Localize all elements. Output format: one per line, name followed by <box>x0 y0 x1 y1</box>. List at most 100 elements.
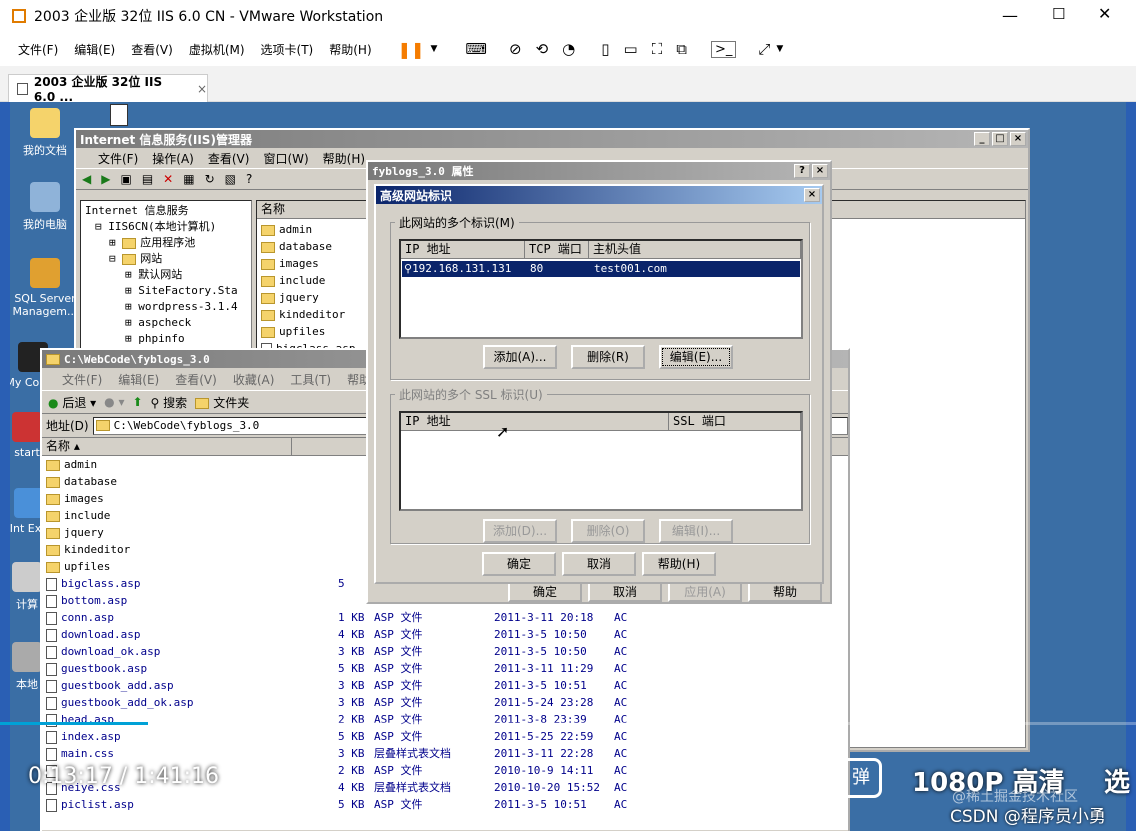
dropdown-icon[interactable]: ▼ <box>776 44 783 54</box>
explorer-menu-file[interactable]: 文件(F) <box>62 371 102 388</box>
menu-view[interactable]: 查看(V) <box>131 41 173 58</box>
folders-button[interactable]: 文件夹 <box>195 394 249 411</box>
tree-item[interactable]: ⊞ 默认网站 <box>85 267 247 283</box>
export-icon[interactable]: ▧ <box>225 172 236 186</box>
iis-menu-help[interactable]: 帮助(H) <box>323 150 365 167</box>
remove-identity-button[interactable]: 删除(R) <box>571 345 645 369</box>
explorer-menu-tools[interactable]: 工具(T) <box>290 371 331 388</box>
column-tcp-port[interactable]: TCP 端口 <box>525 241 589 258</box>
edit-ssl-button[interactable]: 编辑(I)... <box>659 519 733 543</box>
table-row[interactable]: main.css 3 KB 层叠样式表文档 2011-3-11 22:28 AC <box>46 745 848 762</box>
forward-icon[interactable]: ● ▾ <box>104 395 124 409</box>
menu-help[interactable]: 帮助(H) <box>329 41 371 58</box>
search-button[interactable]: ⚲ 搜索 <box>151 394 188 411</box>
ok-button[interactable]: 确定 <box>508 582 582 602</box>
help-icon[interactable]: ? <box>246 172 252 186</box>
send-keys-icon[interactable]: ⌨ <box>465 40 487 58</box>
snapshot-icon[interactable]: ⊘ <box>509 40 522 58</box>
stretch-icon[interactable]: ⤢ <box>758 40 770 58</box>
file-icon[interactable] <box>110 104 128 126</box>
menu-file[interactable]: 文件(F) <box>18 41 58 58</box>
close-icon[interactable]: × <box>812 164 828 178</box>
tree-item[interactable]: ⊞ SiteFactory.Sta <box>85 283 247 299</box>
minimize-icon[interactable]: — <box>1002 6 1018 25</box>
tree-item[interactable]: ⊞ phpinfo <box>85 331 247 347</box>
explorer-menu-view[interactable]: 查看(V) <box>175 371 217 388</box>
column-ip[interactable]: IP 地址 <box>401 241 525 258</box>
menu-tabs[interactable]: 选项卡(T) <box>261 41 314 58</box>
delete-icon[interactable]: ✕ <box>163 172 173 186</box>
table-row[interactable]: index.asp 5 KB ASP 文件 2011-5-25 22:59 AC <box>46 728 848 745</box>
table-row[interactable]: download.asp 4 KB ASP 文件 2011-3-5 10:50 AC <box>46 626 848 643</box>
maximize-icon[interactable]: □ <box>992 132 1008 146</box>
table-row[interactable]: guestbook_add.asp 3 KB ASP 文件 2011-3-5 10:5… <box>46 677 848 694</box>
table-row[interactable]: piclist.asp 5 KB ASP 文件 2011-3-5 10:51 AC <box>46 796 848 813</box>
fullscreen-icon[interactable]: ⛶ <box>652 40 663 58</box>
apply-button[interactable]: 应用(A) <box>668 582 742 602</box>
ok-button[interactable]: 确定 <box>482 552 556 576</box>
vm-tab[interactable]: 2003 企业版 32位 IIS 6.0 ... × <box>8 74 208 104</box>
desktop-icon-my-computer[interactable]: 我的电脑 <box>10 182 80 232</box>
remove-ssl-button[interactable]: 删除(O) <box>571 519 645 543</box>
tree-item[interactable]: ⊟ 网站 <box>85 251 247 267</box>
close-icon[interactable]: × <box>804 188 820 202</box>
column-host-header[interactable]: 主机头值 <box>589 241 801 258</box>
close-icon[interactable]: × <box>1010 132 1026 146</box>
pause-icon[interactable]: ❚❚ <box>398 40 425 59</box>
show-tree-icon[interactable]: ▤ <box>142 172 153 186</box>
column-ip[interactable]: IP 地址 <box>401 413 669 430</box>
help-button[interactable]: 帮助(H) <box>642 552 716 576</box>
identity-row[interactable]: ⚲192.168.131.131 80 test001.com <box>402 261 800 277</box>
library-view-icon[interactable]: ▯ <box>601 40 609 58</box>
add-identity-button[interactable]: 添加(A)... <box>483 345 557 369</box>
console-icon[interactable]: >_ <box>710 40 737 58</box>
snapshot-manager-icon[interactable]: ◔ <box>562 40 575 58</box>
column-name[interactable]: 名称 ▴ <box>42 438 292 455</box>
table-row[interactable]: guestbook_add_ok.asp 3 KB ASP 文件 2011-5-24 … <box>46 694 848 711</box>
up-icon[interactable]: ⬆ <box>132 395 142 409</box>
table-row[interactable]: head.asp 2 KB ASP 文件 2011-3-8 23:39 AC <box>46 711 848 728</box>
help-button[interactable]: 帮助 <box>748 582 822 602</box>
cancel-button[interactable]: 取消 <box>562 552 636 576</box>
tree-item[interactable]: ⊞ wordpress-3.1.4 <box>85 299 247 315</box>
danmaku-icon[interactable]: 弹 <box>738 758 780 798</box>
desktop-icon-my-documents[interactable]: 我的文档 <box>10 108 80 158</box>
forward-icon[interactable]: ▶ <box>101 172 110 186</box>
up-icon[interactable]: ▣ <box>120 172 131 186</box>
iis-menu-view[interactable]: 查看(V) <box>208 150 250 167</box>
column-name[interactable]: 名称 <box>257 201 367 218</box>
desktop-icon-sql-server[interactable]: SQL Server Managem... <box>10 258 80 318</box>
back-icon[interactable]: ◀ <box>82 172 91 186</box>
dropdown-icon[interactable]: ▼ <box>430 44 437 54</box>
help-icon[interactable]: ? <box>794 164 810 178</box>
iis-menu-action[interactable]: 操作(A) <box>152 150 194 167</box>
explorer-menu-favorites[interactable]: 收藏(A) <box>233 371 275 388</box>
tree-item[interactable]: ⊞ 应用程序池 <box>85 235 247 251</box>
table-row[interactable]: download_ok.asp 3 KB ASP 文件 2011-3-5 10:50 A… <box>46 643 848 660</box>
properties-icon[interactable]: ▦ <box>183 172 194 186</box>
ssl-identities-list[interactable]: IP 地址 SSL 端口 <box>399 411 803 511</box>
table-row[interactable]: guestbook.asp 5 KB ASP 文件 2011-3-11 11:29 AC <box>46 660 848 677</box>
back-button[interactable]: ● 后退 ▾ <box>48 394 96 411</box>
danmaku-settings-icon[interactable]: 弹 <box>840 758 882 798</box>
iis-menu-window[interactable]: 窗口(W) <box>263 150 308 167</box>
thumbnail-view-icon[interactable]: ▭ <box>624 40 638 58</box>
tree-item[interactable]: Internet 信息服务 <box>85 203 247 219</box>
video-progress-track[interactable] <box>0 722 1136 725</box>
tab-close-icon[interactable]: × <box>197 82 207 96</box>
cancel-button[interactable]: 取消 <box>588 582 662 602</box>
edit-identity-button[interactable]: 编辑(E)... <box>659 345 733 369</box>
add-ssl-button[interactable]: 添加(D)... <box>483 519 557 543</box>
iis-menu-file[interactable]: 文件(F) <box>98 150 138 167</box>
menu-edit[interactable]: 编辑(E) <box>74 41 115 58</box>
episode-select-button[interactable]: 选 <box>1104 762 1130 799</box>
explorer-menu-edit[interactable]: 编辑(E) <box>118 371 159 388</box>
table-row[interactable]: conn.asp 1 KB ASP 文件 2011-3-11 20:18 AC <box>46 609 848 626</box>
refresh-icon[interactable]: ↻ <box>205 172 215 186</box>
unity-icon[interactable]: ⧉ <box>676 40 687 58</box>
tree-item[interactable]: ⊟ IIS6CN(本地计算机) <box>85 219 247 235</box>
close-icon[interactable]: ✕ <box>1098 4 1111 23</box>
revert-snapshot-icon[interactable]: ⟲ <box>536 40 549 58</box>
menu-vm[interactable]: 虚拟机(M) <box>189 41 245 58</box>
minimize-icon[interactable]: _ <box>974 132 990 146</box>
